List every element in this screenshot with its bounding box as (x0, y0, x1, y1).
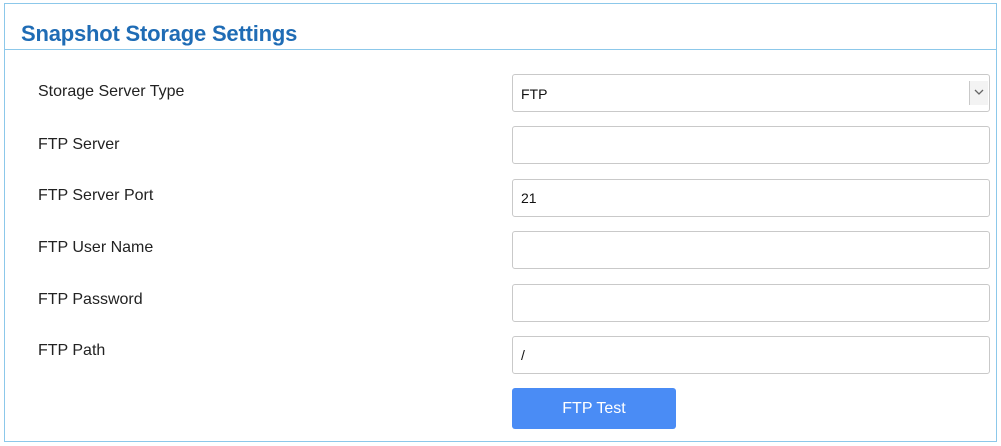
panel-title: Snapshot Storage Settings (21, 21, 298, 46)
ftp-server-port-label: FTP Server Port (38, 187, 154, 204)
chevron-down-icon[interactable] (969, 81, 988, 105)
ftp-server-label: FTP Server (38, 136, 120, 153)
storage-server-type-select[interactable]: FTP (512, 74, 990, 112)
snapshot-storage-panel: Snapshot Storage Settings Storage Server… (4, 3, 997, 442)
ftp-path-label: FTP Path (38, 342, 106, 359)
ftp-server-port-input[interactable] (512, 179, 990, 217)
ftp-password-input[interactable] (512, 284, 990, 322)
ftp-path-input[interactable] (512, 336, 990, 374)
panel-header: Snapshot Storage Settings (5, 4, 996, 50)
ftp-test-button[interactable]: FTP Test (512, 388, 676, 429)
ftp-user-name-label: FTP User Name (38, 239, 154, 256)
ftp-server-input[interactable] (512, 126, 990, 164)
ftp-user-name-input[interactable] (512, 231, 990, 269)
storage-server-type-label: Storage Server Type (38, 83, 185, 100)
ftp-password-label: FTP Password (38, 291, 143, 308)
storage-server-type-value: FTP (521, 86, 548, 102)
